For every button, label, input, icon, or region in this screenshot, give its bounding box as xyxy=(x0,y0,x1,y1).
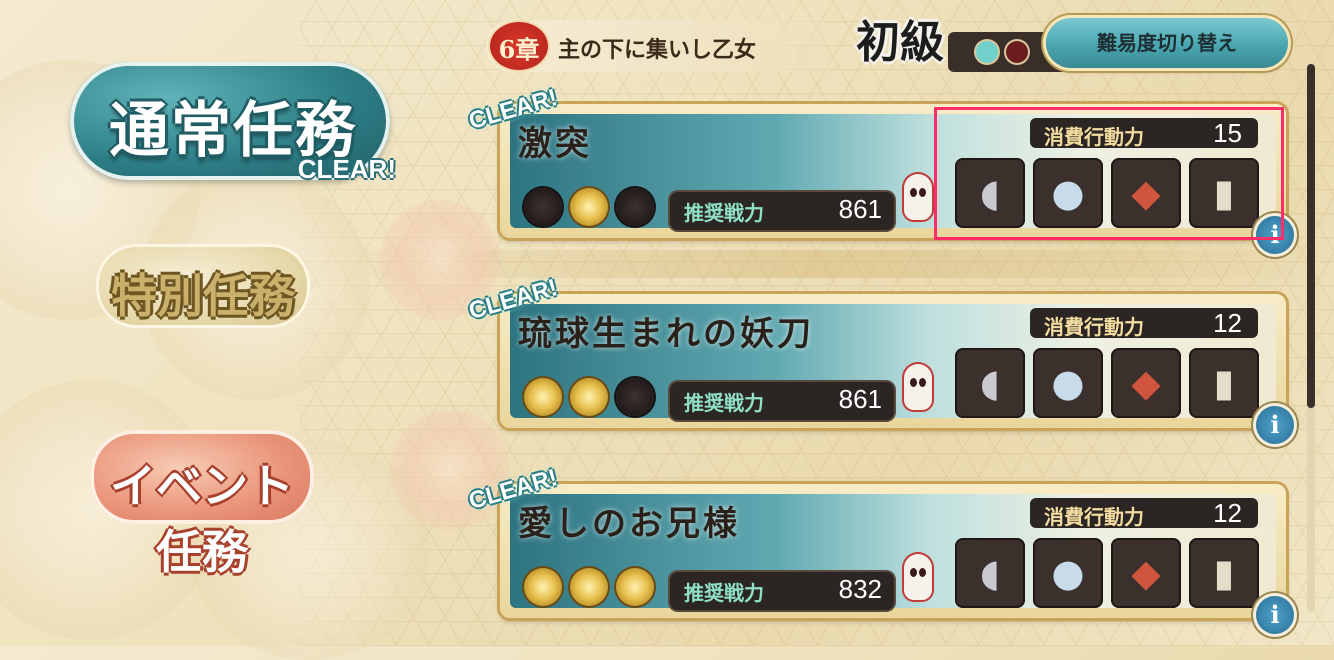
scroll-icon: ▮ xyxy=(1213,551,1235,595)
action-cost-label: 消費行動力 xyxy=(1044,125,1144,149)
recommended-power-label: 推奨戦力 xyxy=(684,201,764,225)
skull-eye xyxy=(919,378,926,387)
event-mission-label: イベント任務 xyxy=(110,459,294,579)
star-filled-icon xyxy=(570,568,608,606)
star-empty-icon xyxy=(616,188,654,226)
chapter-title: 主の下に集いし乙女 xyxy=(558,37,757,63)
reward-item[interactable]: ◆ xyxy=(1111,538,1181,608)
info-button[interactable]: i xyxy=(1256,596,1294,634)
recommended-power-label: 推奨戦力 xyxy=(684,581,764,605)
scrollbar-thumb[interactable] xyxy=(1307,64,1315,408)
skull-eye xyxy=(919,568,926,577)
action-cost-value: 12 xyxy=(1213,308,1242,338)
normal-mission-clear-label: CLEAR! xyxy=(297,154,396,184)
action-cost: 消費行動力 12 xyxy=(1030,498,1258,529)
info-button[interactable]: i xyxy=(1256,216,1294,254)
action-cost-value: 12 xyxy=(1213,498,1242,528)
reward-item[interactable]: ◆ xyxy=(1111,158,1181,228)
skull-icon xyxy=(904,364,932,410)
star-filled-icon xyxy=(616,568,654,606)
difficulty-label: 初級 xyxy=(856,17,944,68)
skull-icon xyxy=(904,174,932,220)
scroll-icon: ▮ xyxy=(1213,171,1235,215)
difficulty-indicator: 初級 xyxy=(840,10,1068,76)
difficulty-dot-easy xyxy=(976,41,998,63)
mission-title: 琉球生まれの妖刀 xyxy=(518,314,814,354)
skull-eye xyxy=(910,378,917,387)
background-flower xyxy=(390,410,510,530)
red-stone-icon: ◆ xyxy=(1131,361,1161,405)
action-cost-label: 消費行動力 xyxy=(1044,505,1144,529)
reward-item[interactable]: ◖ xyxy=(955,158,1025,228)
skull-eye xyxy=(910,568,917,577)
mission-title: 激突 xyxy=(518,124,592,164)
info-button[interactable]: i xyxy=(1256,406,1294,444)
crystal-orb-icon: ● xyxy=(1051,361,1085,405)
reward-item[interactable]: ◖ xyxy=(955,538,1025,608)
skull-eye xyxy=(910,188,917,197)
reward-item[interactable]: ▮ xyxy=(1189,348,1259,418)
recommended-power: 推奨戦力 861 xyxy=(670,192,894,230)
mission-card[interactable]: CLEAR! 琉球生まれの妖刀 推奨戦力 861 消費行動力 12 ◖ ● ◆ ▮ i xyxy=(466,274,1294,444)
crystal-orb-icon: ● xyxy=(1051,171,1085,215)
reward-item[interactable]: ▮ xyxy=(1189,538,1259,608)
action-cost-value: 15 xyxy=(1213,118,1242,148)
recommended-power: 推奨戦力 861 xyxy=(670,382,894,420)
red-stone-icon: ◆ xyxy=(1131,551,1161,595)
reward-item[interactable]: ● xyxy=(1033,538,1103,608)
mission-title: 愛しのお兄様 xyxy=(518,504,740,544)
normal-mission-tab[interactable]: 通常任務 CLEAR! xyxy=(70,62,400,192)
skull-icon xyxy=(904,554,932,600)
action-cost-label: 消費行動力 xyxy=(1044,315,1144,339)
mission-card[interactable]: CLEAR! 激突 推奨戦力 861 消費行動力 15 ◖ ● ◆ ▮ i xyxy=(466,84,1294,254)
star-filled-icon xyxy=(524,568,562,606)
recommended-power-label: 推奨戦力 xyxy=(684,391,764,415)
event-mission-tab[interactable]: イベント任務 xyxy=(90,430,320,579)
magatama-icon: ◖ xyxy=(979,171,1001,215)
star-filled-icon xyxy=(570,188,608,226)
crystal-orb-icon: ● xyxy=(1051,551,1085,595)
special-mission-tab[interactable]: 特別任務 xyxy=(96,244,316,334)
difficulty-switch-button[interactable]: 難易度切り替え xyxy=(1046,18,1288,68)
magatama-icon: ◖ xyxy=(979,361,1001,405)
reward-item[interactable]: ● xyxy=(1033,158,1103,228)
special-mission-label: 特別任務 xyxy=(111,269,295,323)
action-cost: 消費行動力 15 xyxy=(1030,118,1258,149)
recommended-power-value: 832 xyxy=(838,574,882,604)
mission-card[interactable]: CLEAR! 愛しのお兄様 推奨戦力 832 消費行動力 12 ◖ ● ◆ ▮ i xyxy=(466,464,1294,634)
skull-eye xyxy=(919,188,926,197)
magatama-icon: ◖ xyxy=(979,551,1001,595)
star-empty-icon xyxy=(524,188,562,226)
star-filled-icon xyxy=(570,378,608,416)
difficulty-dot-hard xyxy=(1006,41,1028,63)
chapter-number: 6章 xyxy=(498,35,540,64)
recommended-power: 推奨戦力 832 xyxy=(670,572,894,610)
reward-item[interactable]: ◆ xyxy=(1111,348,1181,418)
recommended-power-value: 861 xyxy=(838,194,882,224)
reward-item[interactable]: ▮ xyxy=(1189,158,1259,228)
recommended-power-value: 861 xyxy=(838,384,882,414)
red-stone-icon: ◆ xyxy=(1131,171,1161,215)
star-empty-icon xyxy=(616,378,654,416)
scroll-icon: ▮ xyxy=(1213,361,1235,405)
action-cost: 消費行動力 12 xyxy=(1030,308,1258,339)
reward-item[interactable]: ◖ xyxy=(955,348,1025,418)
star-filled-icon xyxy=(524,378,562,416)
reward-item[interactable]: ● xyxy=(1033,348,1103,418)
